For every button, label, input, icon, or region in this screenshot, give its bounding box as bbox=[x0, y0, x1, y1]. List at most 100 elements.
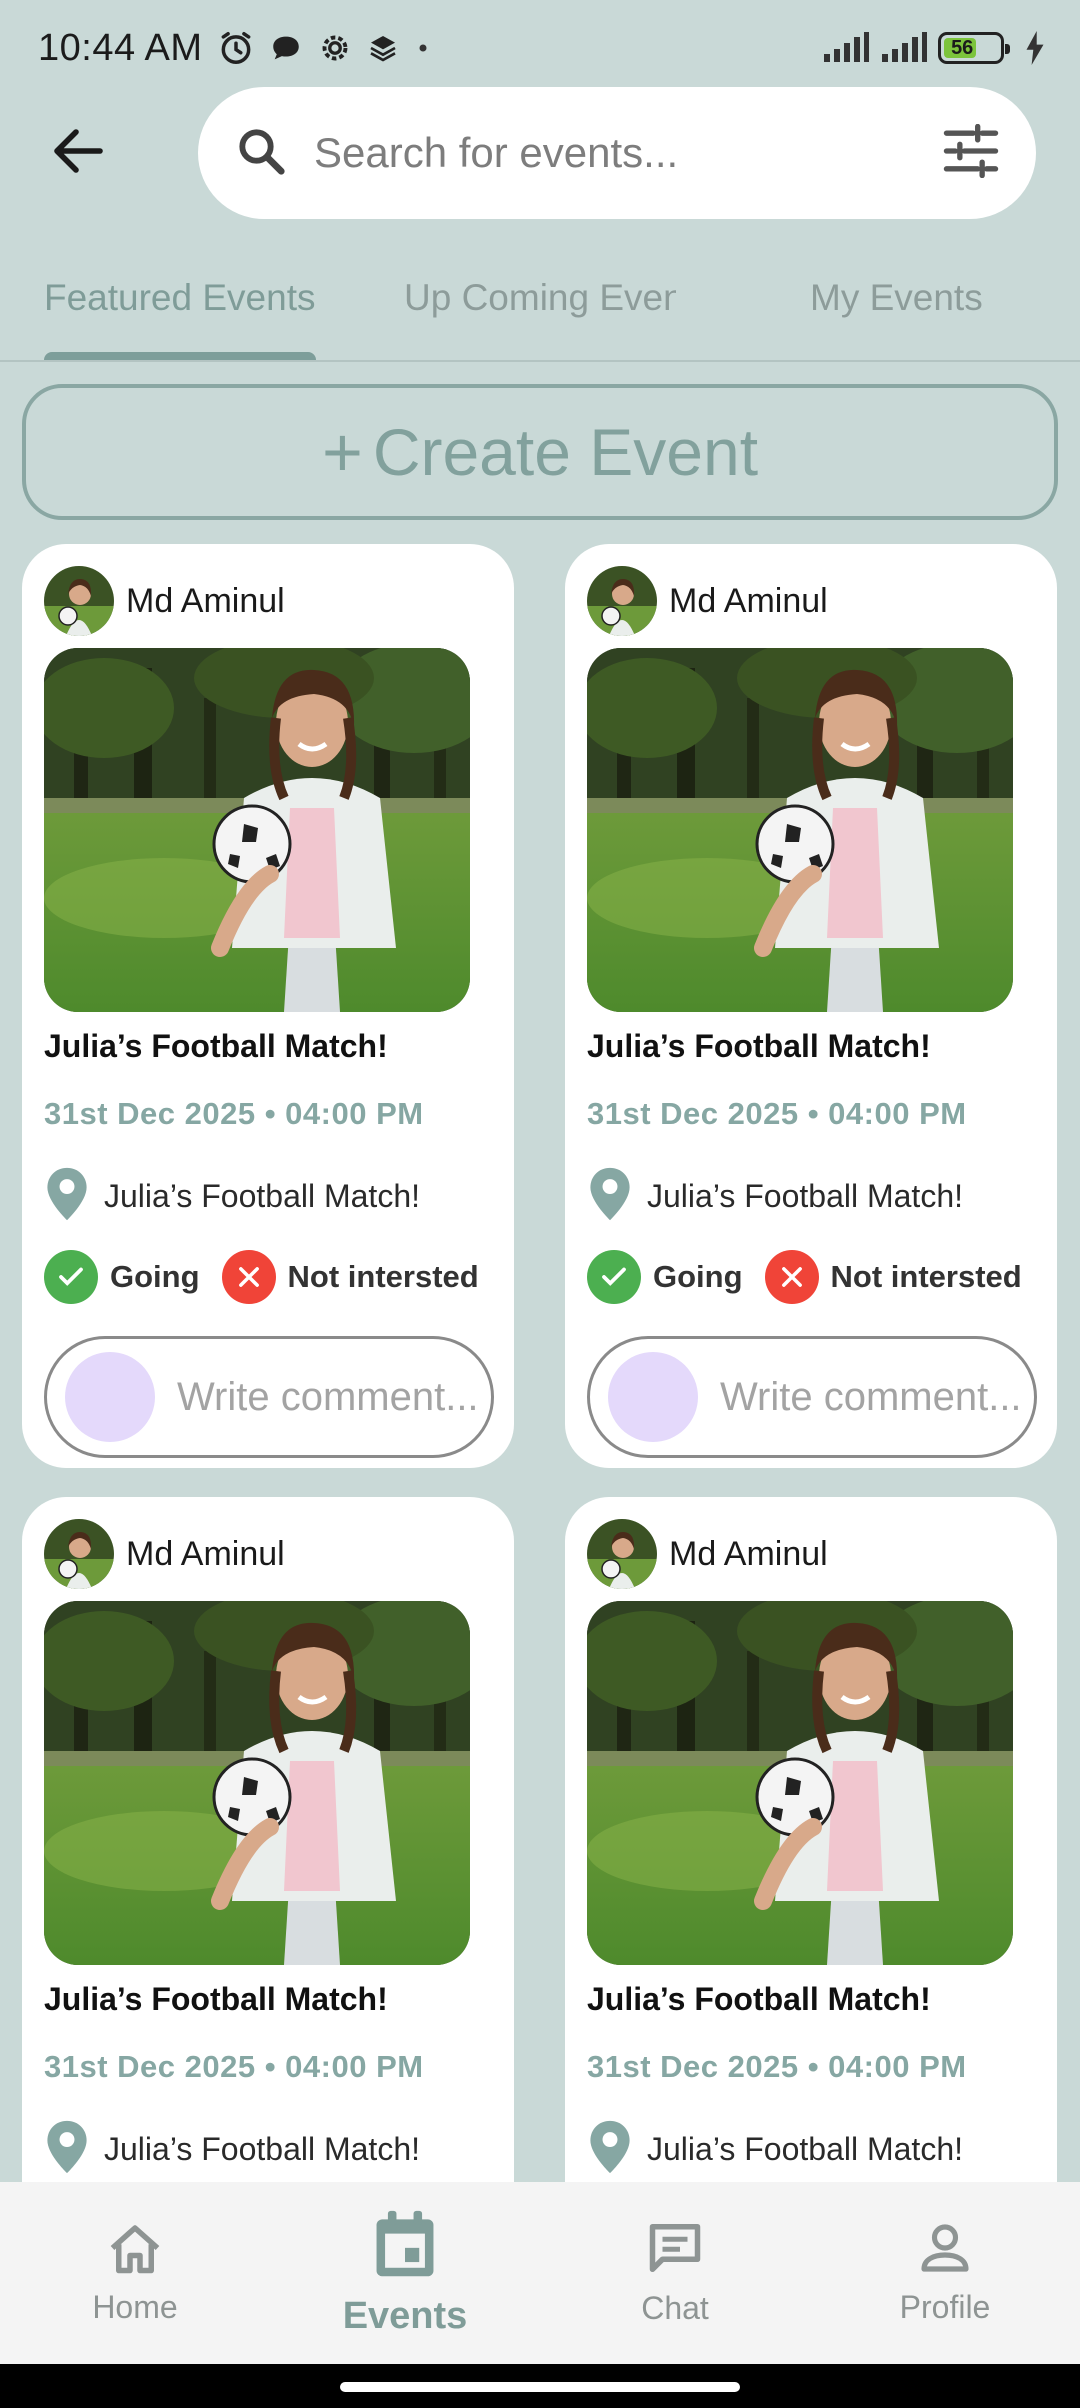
nav-label: Profile bbox=[899, 2289, 991, 2325]
signal-icon bbox=[822, 32, 870, 64]
event-title: Julia’s Football Match! bbox=[587, 1028, 931, 1064]
tab-indicator bbox=[44, 352, 316, 360]
location-text: Julia’s Football Match! bbox=[647, 2131, 963, 2167]
event-title: Julia’s Football Match! bbox=[44, 1981, 388, 2017]
location-pin-icon bbox=[587, 2119, 633, 2180]
event-photo[interactable] bbox=[44, 1601, 470, 1965]
location-pin-icon bbox=[44, 2119, 90, 2180]
back-button[interactable] bbox=[40, 118, 116, 184]
author-name: Md Aminul bbox=[126, 1534, 285, 1573]
nav-label: Events bbox=[342, 2295, 468, 2337]
avatar[interactable] bbox=[44, 1519, 114, 1589]
nav-profile[interactable]: Profile bbox=[810, 2182, 1080, 2364]
card-header: Md Aminul bbox=[587, 566, 828, 636]
check-icon bbox=[44, 1250, 98, 1304]
close-icon bbox=[764, 1250, 819, 1304]
check-icon bbox=[587, 1250, 641, 1304]
charging-icon bbox=[1024, 31, 1046, 65]
going-button[interactable]: Going bbox=[587, 1250, 743, 1304]
status-bar: 10:44 AM 56 bbox=[0, 0, 1080, 96]
stack-icon bbox=[367, 32, 399, 64]
comment-input[interactable] bbox=[177, 1374, 477, 1420]
card-header: Md Aminul bbox=[587, 1519, 828, 1589]
location-text: Julia’s Football Match! bbox=[647, 1178, 963, 1214]
location-text: Julia’s Football Match! bbox=[104, 2131, 420, 2167]
dot-icon bbox=[413, 38, 433, 58]
event-title: Julia’s Football Match! bbox=[587, 1981, 931, 2017]
event-date: 31st Dec 2025 • 04:00 PM bbox=[587, 2049, 967, 2084]
event-date: 31st Dec 2025 • 04:00 PM bbox=[587, 1096, 967, 1131]
status-time: 10:44 AM bbox=[38, 26, 203, 69]
battery-icon: 56 bbox=[938, 32, 1010, 64]
signal-icon bbox=[880, 32, 928, 64]
rsvp-row: Going Not intersted bbox=[44, 1250, 501, 1304]
author-name: Md Aminul bbox=[669, 1534, 828, 1573]
plus-icon: + bbox=[321, 413, 363, 491]
event-location: Julia’s Football Match! bbox=[587, 1166, 963, 1227]
create-event-label: Create Event bbox=[372, 415, 759, 489]
author-name: Md Aminul bbox=[669, 581, 828, 620]
event-card[interactable]: Md Aminul Julia’s Football Match! 31st D… bbox=[565, 1497, 1057, 2257]
comment-avatar bbox=[65, 1352, 155, 1442]
event-date: 31st Dec 2025 • 04:00 PM bbox=[44, 2049, 424, 2084]
card-header: Md Aminul bbox=[44, 566, 285, 636]
search-bar[interactable] bbox=[198, 87, 1036, 219]
status-right: 56 bbox=[822, 31, 1046, 65]
tab-featured-events[interactable]: Featured Events bbox=[44, 248, 316, 348]
author-name: Md Aminul bbox=[126, 581, 285, 620]
nav-home[interactable]: Home bbox=[0, 2182, 270, 2364]
settings-icon bbox=[317, 30, 353, 66]
profile-icon bbox=[917, 2220, 973, 2281]
comment-field[interactable] bbox=[44, 1336, 494, 1458]
not-interested-label: Not intersted bbox=[830, 1259, 1022, 1294]
going-label: Going bbox=[653, 1259, 743, 1294]
event-photo[interactable] bbox=[587, 1601, 1013, 1965]
chat-bubble-icon bbox=[269, 31, 303, 65]
event-location: Julia’s Football Match! bbox=[44, 2119, 420, 2180]
nav-events[interactable]: Events bbox=[270, 2182, 540, 2364]
not-interested-label: Not intersted bbox=[287, 1259, 479, 1294]
comment-field[interactable] bbox=[587, 1336, 1037, 1458]
going-button[interactable]: Going bbox=[44, 1250, 200, 1304]
location-pin-icon bbox=[587, 1166, 633, 1227]
going-label: Going bbox=[110, 1259, 200, 1294]
home-indicator[interactable] bbox=[340, 2382, 740, 2392]
not-interested-button[interactable]: Not intersted bbox=[221, 1250, 479, 1304]
create-event-button[interactable]: + Create Event bbox=[22, 384, 1058, 520]
alarm-icon bbox=[217, 29, 255, 67]
home-icon bbox=[105, 2220, 165, 2281]
avatar[interactable] bbox=[587, 566, 657, 636]
bottom-nav: Home Events Chat Profile bbox=[0, 2182, 1080, 2364]
comment-input[interactable] bbox=[720, 1374, 1020, 1420]
nav-label: Home bbox=[92, 2289, 178, 2325]
nav-chat[interactable]: Chat bbox=[540, 2182, 810, 2364]
location-pin-icon bbox=[44, 1166, 90, 1227]
rsvp-row: Going Not intersted bbox=[587, 1250, 1044, 1304]
event-card[interactable]: Md Aminul Julia’s Football Match! 31st D… bbox=[565, 544, 1057, 1468]
tabs-divider bbox=[0, 360, 1080, 362]
tab-bar: Featured Events Up Coming Events My Even… bbox=[0, 248, 1080, 360]
nav-label: Chat bbox=[641, 2290, 709, 2326]
tab-upcoming-events[interactable]: Up Coming Events bbox=[404, 248, 676, 348]
search-icon bbox=[234, 124, 288, 183]
event-photo[interactable] bbox=[44, 648, 470, 1012]
event-card[interactable]: Md Aminul Julia’s Football Match! 31st D… bbox=[22, 544, 514, 1468]
not-interested-button[interactable]: Not intersted bbox=[764, 1250, 1022, 1304]
card-header: Md Aminul bbox=[44, 1519, 285, 1589]
avatar[interactable] bbox=[587, 1519, 657, 1589]
battery-level: 56 bbox=[944, 37, 977, 59]
event-card[interactable]: Md Aminul Julia’s Football Match! 31st D… bbox=[22, 1497, 514, 2257]
chat-icon bbox=[645, 2219, 705, 2282]
event-location: Julia’s Football Match! bbox=[44, 1166, 420, 1227]
search-input[interactable] bbox=[314, 129, 942, 177]
location-text: Julia’s Football Match! bbox=[104, 1178, 420, 1214]
event-location: Julia’s Football Match! bbox=[587, 2119, 963, 2180]
filter-icon[interactable] bbox=[942, 123, 1000, 183]
event-photo[interactable] bbox=[587, 648, 1013, 1012]
comment-avatar bbox=[608, 1352, 698, 1442]
tab-my-events[interactable]: My Events bbox=[810, 248, 1010, 348]
calendar-icon bbox=[370, 2208, 440, 2287]
event-title: Julia’s Football Match! bbox=[44, 1028, 388, 1064]
avatar[interactable] bbox=[44, 566, 114, 636]
close-icon bbox=[221, 1250, 276, 1304]
